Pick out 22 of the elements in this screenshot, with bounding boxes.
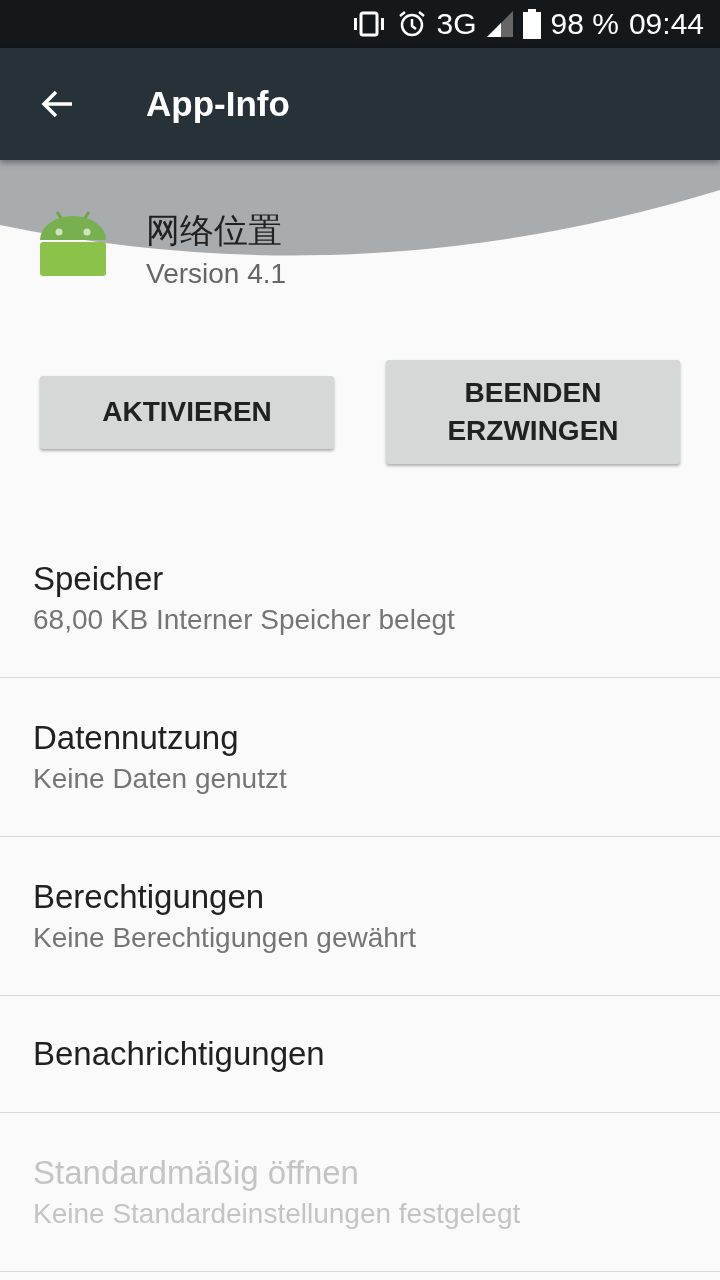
network-type: 3G <box>436 7 477 41</box>
action-button[interactable]: BEENDEN ERZWINGEN <box>386 360 680 464</box>
app-version: Version 4.1 <box>146 257 287 291</box>
battery-icon <box>522 9 541 39</box>
item-summary: Keine Berechtigungen gewährt <box>33 922 417 954</box>
toolbar-title: App-Info <box>146 84 290 124</box>
back-arrow-icon[interactable] <box>40 89 74 119</box>
item-title: Speicher <box>33 560 165 598</box>
action-button[interactable]: AKTIVIEREN <box>40 375 334 449</box>
item-summary: Keine Daten genutzt <box>33 763 288 795</box>
item-title: Berechtigungen <box>33 878 266 916</box>
settings-item[interactable]: Benachrichtigungen <box>0 996 720 1113</box>
settings-item[interactable]: Datennutzung Keine Daten genutzt <box>0 678 720 837</box>
item-summary: 68,00 KB Interner Speicher belegt <box>33 604 456 636</box>
signal-icon <box>486 11 513 37</box>
clock: 09:44 <box>628 7 704 41</box>
settings-item[interactable]: Berechtigungen Keine Berechtigungen gewährt <box>0 837 720 996</box>
app-name: 网络位置 <box>146 209 283 252</box>
settings-item[interactable]: Speicher 68,00 KB Interner Speicher belegt <box>0 519 720 678</box>
item-title: Datennutzung <box>33 719 240 757</box>
battery-percentage: 98 % <box>550 7 619 41</box>
item-title: Benachrichtigungen <box>33 1035 326 1073</box>
